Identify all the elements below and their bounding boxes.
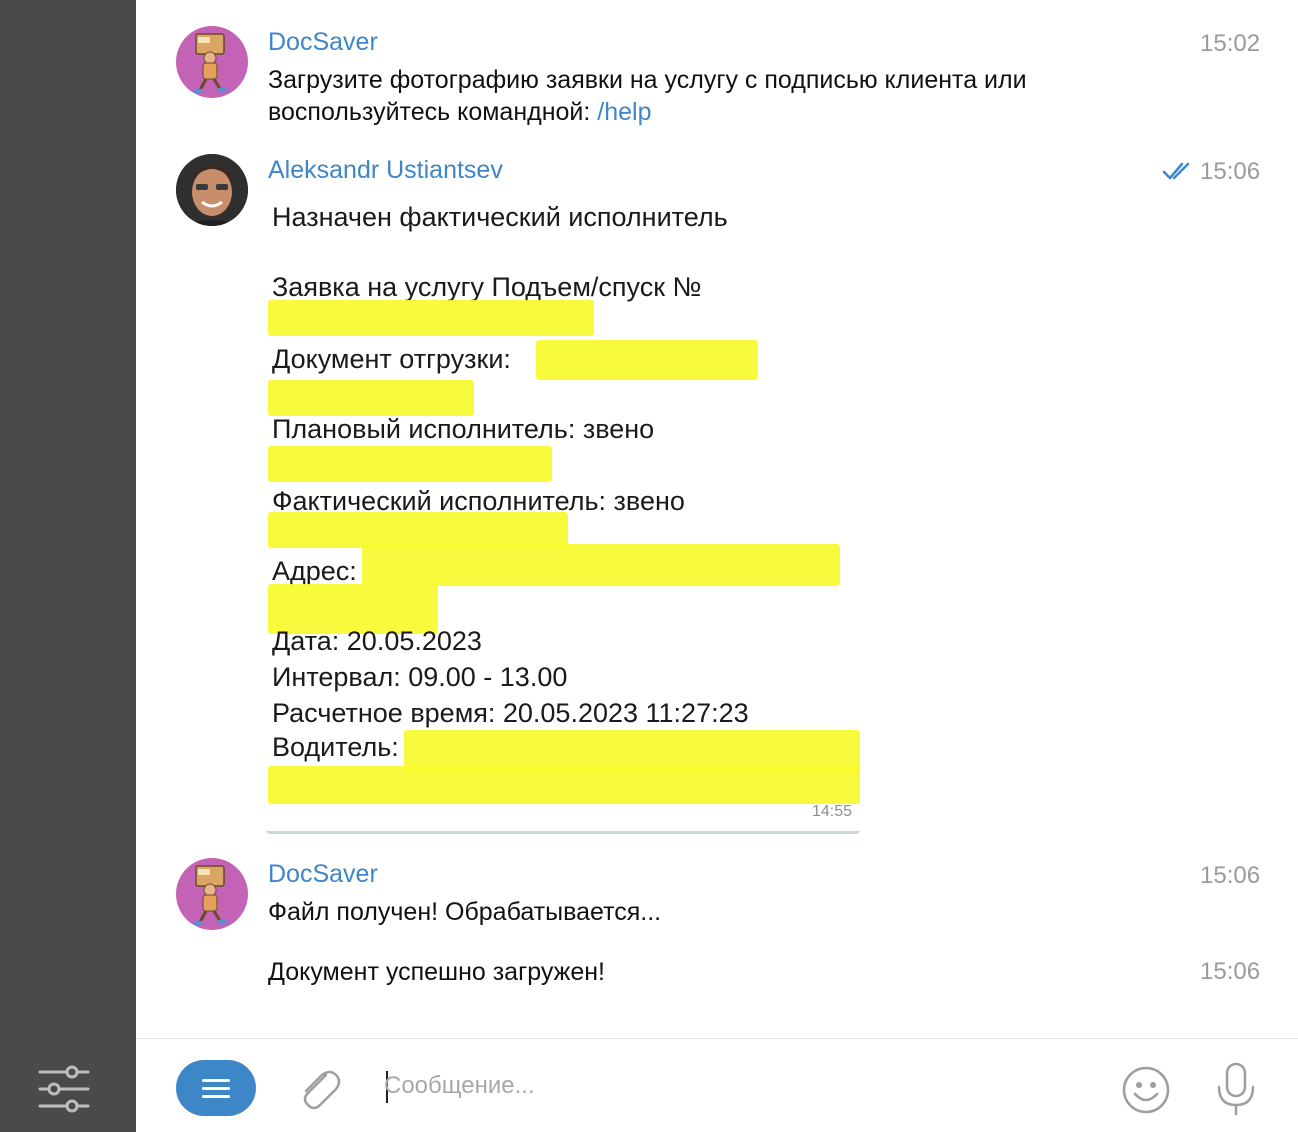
message-time: 15:02 <box>1200 30 1261 57</box>
double-check-icon <box>1162 160 1194 187</box>
message-time: 15:06 <box>1200 862 1261 889</box>
photo-text-line: Заявка на услугу Подъем/спуск № <box>272 272 702 302</box>
message-text: Файл получен! Обрабатывается... <box>268 898 662 926</box>
photo-text-line: Назначен фактический исполнитель <box>272 202 728 232</box>
sender-name[interactable]: DocSaver <box>268 860 378 889</box>
sender-name[interactable]: Aleksandr Ustiantsev <box>268 156 503 185</box>
paperclip-icon[interactable] <box>292 1061 344 1113</box>
chat-history[interactable]: DocSaver 15:02 Загрузите фотографию заяв… <box>136 0 1298 1038</box>
redaction-mark <box>268 380 474 416</box>
redaction-mark <box>268 446 552 482</box>
emoji-icon[interactable] <box>1120 1064 1172 1116</box>
message-text-line: воспользуйтесь командной: /help <box>268 96 1027 128</box>
photo-timestamp: 14:55 <box>811 803 852 820</box>
redaction-mark <box>268 300 594 336</box>
sender-name[interactable]: DocSaver <box>268 28 378 57</box>
redaction-mark <box>536 340 758 380</box>
redaction-mark <box>362 544 840 586</box>
menu-button[interactable] <box>176 1060 256 1116</box>
photo-text-line: Водитель: <box>272 732 399 762</box>
docsaver-avatar[interactable] <box>176 858 248 930</box>
photo-text-line: Адрес: <box>272 556 357 586</box>
menu-icon <box>202 1079 230 1082</box>
photo-text-line: Документ отгрузки: <box>272 344 511 374</box>
sliders-icon[interactable] <box>36 1064 92 1114</box>
photo-text-line: Расчетное время: 20.05.2023 11:27:23 <box>272 698 749 728</box>
menu-icon <box>202 1095 230 1098</box>
help-command-link[interactable]: /help <box>597 98 651 126</box>
redaction-mark <box>268 512 568 548</box>
docsaver-avatar[interactable] <box>176 26 248 98</box>
messenger-window: DocSaver 15:02 Загрузите фотографию заяв… <box>0 0 1298 1132</box>
message-time: 15:06 <box>1200 958 1261 985</box>
message-input[interactable] <box>384 1063 1084 1109</box>
photo-text-line: Интервал: 09.00 - 13.00 <box>272 662 568 692</box>
message-text: Загрузите фотографию заявки на услугу с … <box>268 64 1027 128</box>
message-text: Документ успешно загружен! <box>268 958 605 986</box>
message-text-line: Загрузите фотографию заявки на услугу с … <box>268 66 1027 94</box>
microphone-icon[interactable] <box>1212 1061 1260 1117</box>
menu-icon <box>202 1087 230 1090</box>
photo-attachment[interactable]: Назначен фактический исполнитель Заявка … <box>266 190 860 834</box>
left-rail <box>0 0 136 1132</box>
redaction-mark <box>268 766 860 804</box>
message-time: 15:06 <box>1200 158 1261 185</box>
photo-text-line: Плановый исполнитель: звено <box>272 414 655 444</box>
photo-text-line: Дата: 20.05.2023 <box>272 626 482 656</box>
user-avatar[interactable] <box>176 154 248 226</box>
message-composer <box>136 1038 1298 1132</box>
message-text-fragment: воспользуйтесь командной: <box>268 98 598 126</box>
